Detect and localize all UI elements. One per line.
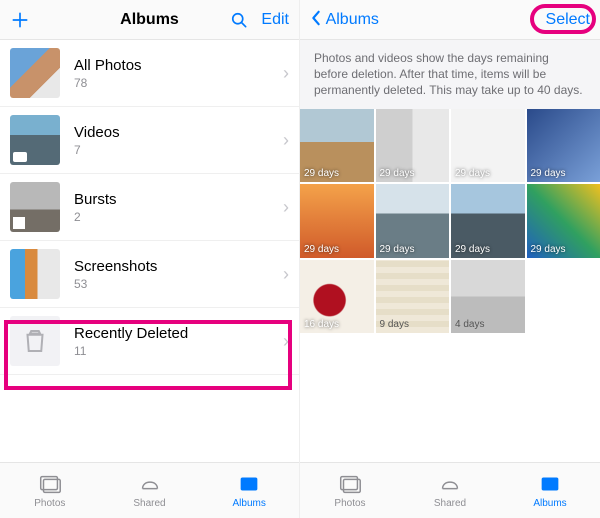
album-thumb	[10, 316, 60, 366]
photo-cell[interactable]: 9 days	[376, 260, 450, 334]
album-name: Bursts	[74, 191, 277, 208]
tab-albums[interactable]: Albums	[199, 463, 299, 518]
tab-albums[interactable]: Albums	[500, 463, 600, 518]
photo-cell[interactable]: 29 days	[376, 184, 450, 258]
chevron-right-icon: ›	[283, 264, 289, 285]
tab-bar-left: Photos Shared Albums	[0, 462, 299, 518]
days-remaining: 29 days	[455, 168, 490, 179]
album-thumb	[10, 182, 60, 232]
photos-tab-icon	[337, 473, 363, 495]
chevron-right-icon: ›	[283, 197, 289, 218]
shared-tab-icon	[437, 473, 463, 495]
tab-photos[interactable]: Photos	[300, 463, 400, 518]
tab-bar-right: Photos Shared Albums	[300, 462, 600, 518]
album-row-videos[interactable]: Videos 7 ›	[0, 107, 299, 174]
days-remaining: 29 days	[304, 168, 339, 179]
plus-icon	[10, 10, 30, 30]
tab-photos[interactable]: Photos	[0, 463, 100, 518]
search-icon	[229, 10, 249, 30]
album-thumb	[10, 48, 60, 98]
album-count: 11	[74, 344, 277, 358]
tab-shared[interactable]: Shared	[100, 463, 200, 518]
photo-cell[interactable]: 29 days	[451, 184, 525, 258]
photo-cell[interactable]: 29 days	[376, 109, 450, 183]
albums-navbar: Albums Edit	[0, 0, 299, 40]
days-remaining: 29 days	[380, 168, 415, 179]
album-name: Videos	[74, 124, 277, 141]
photo-cell[interactable]: 29 days	[300, 184, 374, 258]
shared-tab-icon	[137, 473, 163, 495]
photo-cell[interactable]: 29 days	[300, 109, 374, 183]
albums-list: All Photos 78 › Videos 7 › Bursts 2	[0, 40, 299, 462]
album-count: 78	[74, 76, 277, 90]
album-row-recently-deleted[interactable]: Recently Deleted 11 ›	[0, 308, 299, 375]
photo-cell[interactable]: 16 days	[300, 260, 374, 334]
days-remaining: 29 days	[455, 244, 490, 255]
album-name: Recently Deleted	[74, 325, 277, 342]
photo-cell[interactable]: 29 days	[451, 109, 525, 183]
album-thumb	[10, 115, 60, 165]
back-button[interactable]: Albums	[310, 10, 379, 29]
chevron-left-icon	[310, 10, 322, 26]
days-remaining: 29 days	[531, 168, 566, 179]
chevron-right-icon: ›	[283, 331, 289, 352]
chevron-right-icon: ›	[283, 63, 289, 84]
tab-label: Photos	[334, 498, 365, 509]
days-remaining: 9 days	[380, 319, 409, 330]
photos-tab-icon	[37, 473, 63, 495]
tab-label: Albums	[233, 498, 266, 509]
album-name: All Photos	[74, 57, 277, 74]
photo-cell[interactable]: 29 days	[527, 184, 600, 258]
album-count: 2	[74, 210, 277, 224]
days-remaining: 4 days	[455, 319, 484, 330]
album-count: 53	[74, 277, 277, 291]
edit-button[interactable]: Edit	[261, 11, 289, 29]
album-row-bursts[interactable]: Bursts 2 ›	[0, 174, 299, 241]
album-thumb	[10, 249, 60, 299]
deleted-photos-grid: 29 days 29 days 29 days 29 days 29 days …	[300, 109, 600, 462]
add-album-button[interactable]	[10, 10, 30, 30]
tab-label: Photos	[34, 498, 65, 509]
albums-pane: Albums Edit All Photos 78 › Video	[0, 0, 300, 518]
album-row-all-photos[interactable]: All Photos 78 ›	[0, 40, 299, 107]
tab-label: Shared	[434, 498, 466, 509]
search-button[interactable]	[229, 10, 249, 30]
select-button[interactable]: Select	[546, 11, 590, 29]
days-remaining: 16 days	[304, 319, 339, 330]
deletion-info-banner: Photos and videos show the days remainin…	[300, 40, 600, 109]
album-row-screenshots[interactable]: Screenshots 53 ›	[0, 241, 299, 308]
albums-tab-icon	[537, 473, 563, 495]
chevron-right-icon: ›	[283, 130, 289, 151]
album-count: 7	[74, 143, 277, 157]
recently-deleted-navbar: Albums Select	[300, 0, 600, 40]
days-remaining: 29 days	[380, 244, 415, 255]
tab-shared[interactable]: Shared	[400, 463, 500, 518]
days-remaining: 29 days	[531, 244, 566, 255]
tab-label: Shared	[133, 498, 165, 509]
photo-cell[interactable]: 29 days	[527, 109, 600, 183]
photo-cell[interactable]: 4 days	[451, 260, 525, 334]
albums-tab-icon	[236, 473, 262, 495]
recently-deleted-pane: Albums Select Photos and videos show the…	[300, 0, 600, 518]
album-name: Screenshots	[74, 258, 277, 275]
days-remaining: 29 days	[304, 244, 339, 255]
tab-label: Albums	[533, 498, 566, 509]
trash-icon	[20, 326, 50, 356]
back-label: Albums	[326, 11, 379, 28]
